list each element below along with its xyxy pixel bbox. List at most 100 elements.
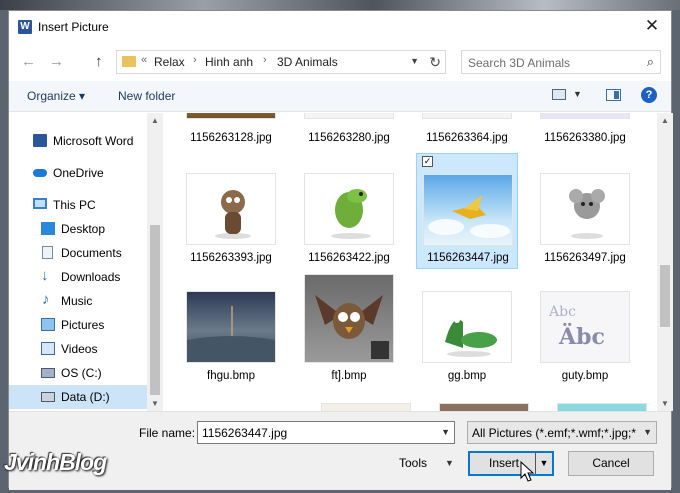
sidebar-item-desktop[interactable]: Desktop: [9, 217, 147, 241]
breadcrumb-hinh-anh[interactable]: Hinh anh: [205, 55, 253, 69]
drive-icon: [41, 368, 55, 378]
file-name-field[interactable]: 1156263447.jpg ▼: [197, 421, 455, 444]
file-item[interactable]: 1156263380.jpg: [534, 113, 636, 153]
file-item[interactable]: 1156263422.jpg: [298, 153, 400, 269]
file-name-label: 1156263128.jpg: [190, 132, 272, 144]
file-name-label: guty.bmp: [561, 370, 609, 382]
file-type-value: All Pictures (*.emf;*.wmf;*.jpg;*: [472, 426, 637, 440]
preview-pane-icon[interactable]: [606, 89, 621, 101]
desktop-icon: [41, 222, 55, 235]
scroll-up-icon[interactable]: ▲: [661, 116, 669, 125]
scroll-down-icon[interactable]: ▼: [151, 399, 159, 408]
scroll-down-icon[interactable]: ▼: [661, 399, 669, 408]
file-item[interactable]: 1156263128.jpg: [180, 113, 282, 153]
view-options-icon[interactable]: [552, 89, 566, 100]
insert-options-dropdown[interactable]: ▼: [535, 453, 552, 474]
sidebar-item-this-pc[interactable]: This PC: [9, 193, 147, 217]
file-item[interactable]: 1156263497.jpg: [534, 153, 636, 269]
file-item[interactable]: 1156263393.jpg: [180, 153, 282, 269]
cancel-button[interactable]: Cancel: [568, 451, 654, 476]
file-thumbnail: [540, 173, 630, 245]
back-arrow-icon[interactable]: ←: [21, 53, 36, 70]
file-item[interactable]: Abc Äbc guty.bmp: [534, 271, 636, 387]
command-toolbar: Organize ▾ New folder ▼ ?: [9, 81, 671, 112]
chevron-down-icon[interactable]: ▼: [441, 427, 450, 437]
sidebar-item-data-d[interactable]: Data (D:): [9, 385, 147, 409]
new-folder-button[interactable]: New folder: [118, 89, 175, 103]
file-item[interactable]: ft].bmp: [298, 271, 400, 387]
sidebar-scrollbar[interactable]: ▲ ▼: [147, 113, 163, 411]
chevron-down-icon[interactable]: ▼: [643, 427, 652, 437]
breadcrumb-relax[interactable]: Relax: [154, 55, 185, 69]
sidebar-item-label: OS (C:): [61, 366, 102, 380]
scrollbar-thumb[interactable]: [660, 265, 670, 327]
address-bar[interactable]: « Relax › Hinh anh › 3D Animals ▼ ↻: [116, 50, 446, 74]
search-box[interactable]: Search 3D Animals ⌕: [461, 50, 661, 74]
sidebar-item-microsoft-word[interactable]: Microsoft Word: [9, 129, 147, 153]
sidebar-item-label: Pictures: [61, 318, 105, 332]
chevron-down-icon[interactable]: ▼: [573, 89, 582, 99]
documents-icon: [42, 246, 53, 259]
sidebar-item-documents[interactable]: Documents: [9, 241, 147, 265]
close-button[interactable]: ✕: [637, 13, 667, 39]
downloads-icon: ↓: [41, 267, 49, 284]
sidebar-item-label: Microsoft Word: [53, 134, 134, 148]
organize-button[interactable]: Organize ▾: [27, 89, 85, 103]
up-arrow-icon[interactable]: ↑: [95, 53, 103, 70]
mouse-cursor-icon: [520, 461, 535, 482]
file-item[interactable]: 1156263280.jpg: [298, 113, 400, 153]
cloud-icon: [33, 169, 47, 177]
checkbox-checked-icon[interactable]: ✓: [422, 156, 433, 167]
file-thumbnail: [423, 174, 513, 246]
sidebar-item-videos[interactable]: Videos: [9, 337, 147, 361]
search-input[interactable]: Search 3D Animals: [468, 56, 570, 70]
breadcrumb-separator: ›: [193, 54, 197, 66]
help-icon[interactable]: ?: [641, 87, 657, 103]
file-item[interactable]: 1156263364.jpg: [416, 113, 518, 153]
forward-arrow-icon[interactable]: →: [49, 53, 64, 70]
sidebar-item-label: Documents: [61, 246, 122, 260]
scroll-up-icon[interactable]: ▲: [151, 116, 159, 125]
file-name-label: fhgu.bmp: [207, 370, 255, 382]
file-name-value[interactable]: 1156263447.jpg: [202, 426, 287, 440]
file-thumbnail: [557, 403, 647, 411]
computer-icon: [33, 198, 47, 209]
file-list-scrollbar[interactable]: ▲ ▼: [657, 113, 673, 411]
sidebar-item-pictures[interactable]: Pictures: [9, 313, 147, 337]
scrollbar-thumb[interactable]: [150, 225, 160, 395]
file-name-label: 1156263380.jpg: [544, 132, 626, 144]
file-item[interactable]: fhgu.bmp: [180, 271, 282, 387]
chevron-down-icon[interactable]: ▼: [445, 458, 454, 468]
search-icon[interactable]: ⌕: [647, 54, 654, 70]
sidebar-item-label: This PC: [53, 198, 96, 212]
breadcrumb-3d-animals[interactable]: 3D Animals: [277, 55, 338, 69]
sidebar-item-label: Data (D:): [61, 390, 110, 404]
file-item-selected[interactable]: ✓ 1156263447.jpg: [416, 153, 518, 269]
file-thumbnail: [186, 291, 276, 363]
sidebar-item-downloads[interactable]: ↓ Downloads: [9, 265, 147, 289]
file-thumbnail: [304, 274, 394, 363]
file-name-label: 1156263422.jpg: [308, 252, 390, 264]
file-thumbnail: [186, 173, 276, 245]
file-thumbnail: [422, 291, 512, 363]
file-type-filter[interactable]: All Pictures (*.emf;*.wmf;*.jpg;* ▼: [467, 421, 657, 444]
file-name-label: gg.bmp: [447, 370, 487, 382]
chevron-down-icon[interactable]: ▼: [410, 56, 419, 66]
file-item[interactable]: gg.bmp: [416, 271, 518, 387]
file-thumbnail: [321, 403, 411, 411]
sidebar-item-onedrive[interactable]: OneDrive: [9, 161, 147, 185]
refresh-icon[interactable]: ↻: [429, 54, 441, 71]
sidebar-item-os-c[interactable]: OS (C:): [9, 361, 147, 385]
tools-menu-button[interactable]: Tools: [399, 456, 427, 470]
sidebar-item-label: OneDrive: [53, 166, 104, 180]
navigation-row: ← → ↑ « Relax › Hinh anh › 3D Animals ▼ …: [9, 47, 671, 77]
dialog-footer: File name: 1156263447.jpg ▼ All Pictures…: [9, 411, 671, 490]
sidebar-item-music[interactable]: ♪ Music: [9, 289, 147, 313]
breadcrumb-overflow[interactable]: «: [141, 54, 147, 66]
sidebar-item-label: Music: [61, 294, 93, 308]
file-name-label: 1156263497.jpg: [544, 252, 626, 264]
insert-button[interactable]: Insert ▼: [468, 451, 554, 476]
sidebar-item-label: Videos: [61, 342, 98, 356]
navigation-pane: Microsoft Word OneDrive This PC Desktop …: [9, 113, 163, 411]
file-list: 1156263128.jpg 1156263280.jpg 1156263364…: [165, 113, 655, 411]
